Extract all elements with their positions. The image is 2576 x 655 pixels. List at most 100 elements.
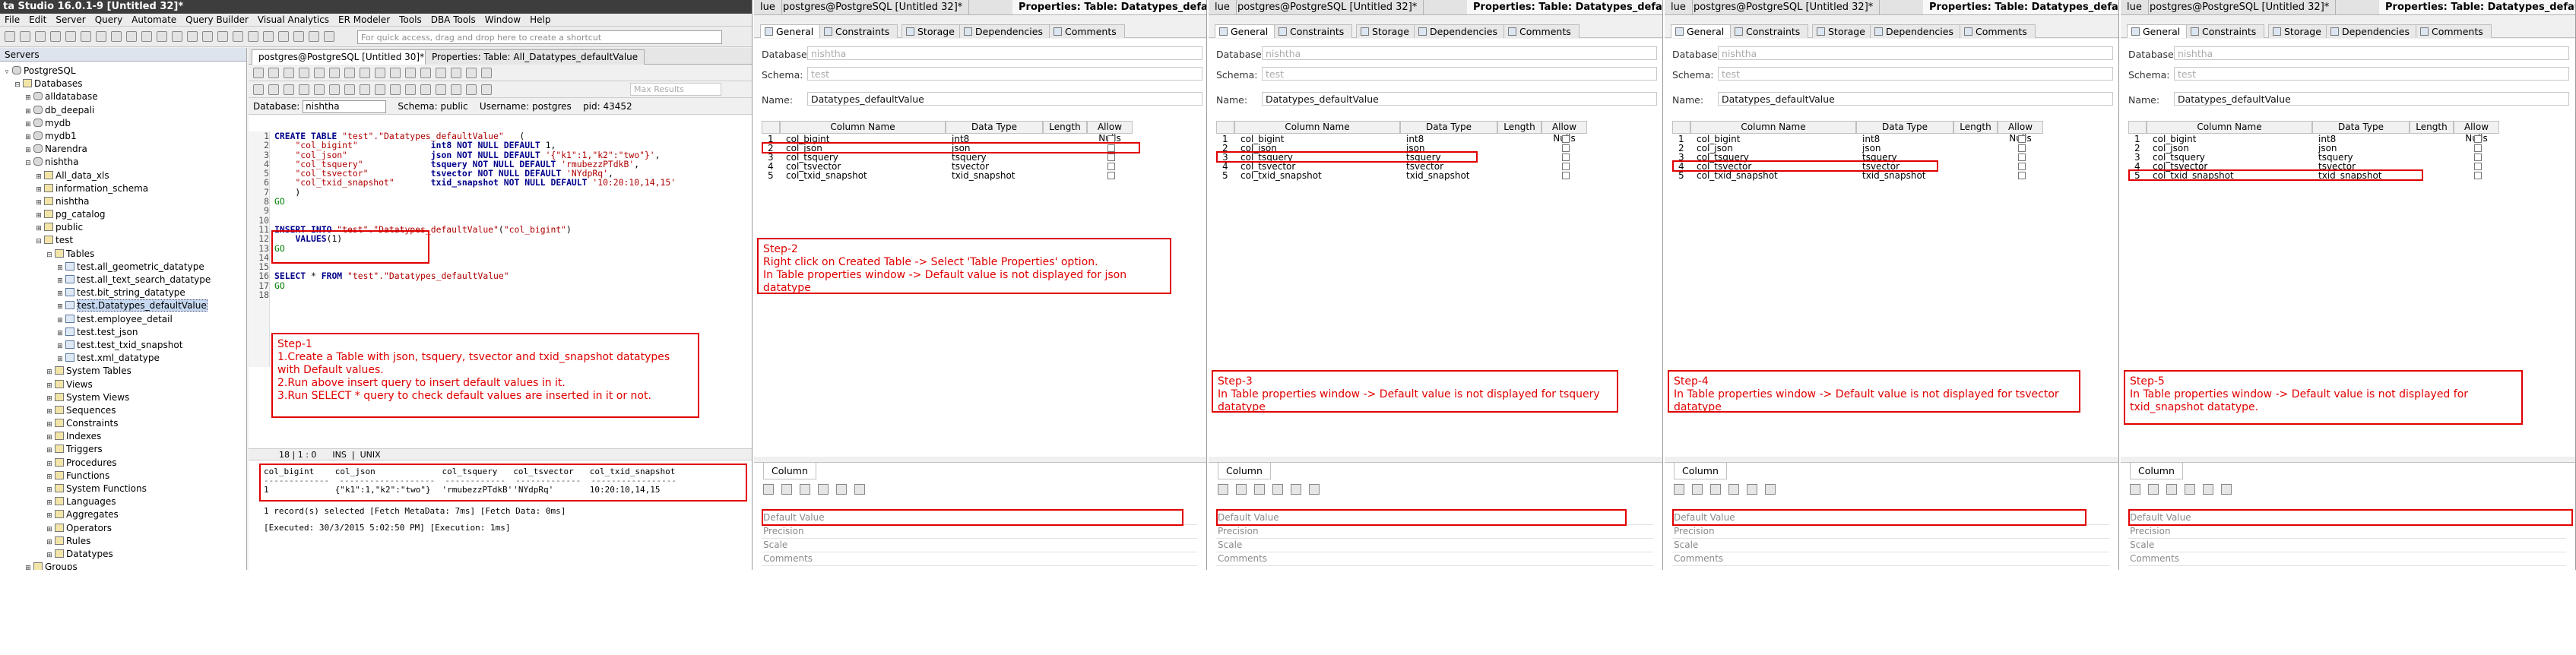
property-toolbar-icon[interactable] (818, 484, 829, 495)
tree-node[interactable]: ⊞ test.xml_datatype (0, 352, 246, 365)
tree-node[interactable]: ⊞ public (0, 221, 246, 234)
code-line[interactable]: "col_txid_snapshot" txid_snapshot NOT NU… (274, 178, 752, 187)
property-toolbar-icon[interactable] (800, 484, 810, 495)
tree-node[interactable]: ⊞ test.bit_string_datatype (0, 286, 246, 299)
tab-table-properties[interactable]: Properties: Table: Datatypes_defaultValu… (1467, 0, 1662, 14)
schema-field[interactable]: test (1262, 67, 1657, 81)
grid-header-allow-nulls[interactable]: Allow Nulls (2454, 121, 2499, 144)
tree-node[interactable]: ⊞ pg_catalog (0, 208, 246, 221)
toolbar-button-icon[interactable] (157, 31, 167, 42)
allow-nulls-checkbox[interactable] (2018, 172, 2026, 179)
tree-node[interactable]: ⊞ nishtha (0, 195, 246, 208)
schema-field[interactable]: test (1718, 67, 2113, 81)
toolbar-button-icon[interactable] (172, 31, 182, 42)
property-toolbar-icon[interactable] (2185, 484, 2195, 495)
editor-tool-icon[interactable] (375, 84, 385, 95)
menu-item-query-builder[interactable]: Query Builder (181, 14, 253, 26)
table-name-field[interactable]: Datatypes_defaultValue (807, 92, 1202, 106)
editor-tool-icon[interactable] (390, 84, 401, 95)
allow-nulls-checkbox[interactable] (2018, 135, 2026, 143)
property-toolbar-icon[interactable] (1309, 484, 1320, 495)
tab-sql-editor[interactable]: postgres@PostgreSQL [Untitled 30]* (252, 49, 432, 65)
tab-sql-editor[interactable]: postgres@PostgreSQL [Untitled 32]* (777, 0, 970, 14)
menu-item-file[interactable]: File (0, 14, 24, 26)
toolbar-button-icon[interactable] (20, 31, 30, 42)
editor-tool-icon[interactable] (268, 84, 279, 95)
property-toolbar-icon[interactable] (1291, 484, 1301, 495)
allow-nulls-checkbox[interactable] (1107, 153, 1115, 161)
code-lines[interactable]: CREATE TABLE "test"."Datatypes_defaultVa… (274, 131, 752, 299)
tab-table-properties[interactable]: Properties: Table: Datatypes_defaultValu… (1012, 0, 1206, 14)
property-toolbar-icon[interactable] (1674, 484, 1684, 495)
menu-item-server[interactable]: Server (51, 14, 90, 26)
tree-node[interactable]: ⊞ Narendra (0, 143, 246, 156)
tab-column[interactable]: Column (2130, 463, 2183, 479)
subtab-storage[interactable]: Storage (901, 24, 963, 38)
tree-node[interactable]: ⊞ Aggregates (0, 508, 246, 521)
allow-nulls-checkbox[interactable] (1562, 135, 1570, 143)
toolbar-button-icon[interactable] (278, 31, 289, 42)
tree-node[interactable]: ⊞ System Tables (0, 365, 246, 378)
tree-node[interactable]: ⊞ test.test_txid_snapshot (0, 339, 246, 352)
toolbar-button-icon[interactable] (187, 31, 198, 42)
tree-node[interactable]: ⊞ mydb (0, 117, 246, 130)
grid-header-allow-nulls[interactable]: Allow Nulls (1087, 121, 1133, 144)
tree-node[interactable]: ⊟ Databases (0, 78, 246, 90)
property-toolbar-icon[interactable] (1236, 484, 1247, 495)
editor-tool-icon[interactable] (481, 84, 492, 95)
grid-data-type[interactable]: txid_snapshot (1406, 171, 1470, 181)
menu-item-visual-analytics[interactable]: Visual Analytics (253, 14, 334, 26)
property-toolbar-icon[interactable] (1218, 484, 1228, 495)
toolbar-button-icon[interactable] (141, 31, 152, 42)
subtab-storage[interactable]: Storage (1812, 24, 1874, 38)
menu-item-help[interactable]: Help (525, 14, 555, 26)
allow-nulls-checkbox[interactable] (1562, 172, 1570, 179)
property-toolbar-icon[interactable] (1254, 484, 1265, 495)
table-name-field[interactable]: Datatypes_defaultValue (1262, 92, 1657, 106)
tree-node[interactable]: ⊞ All_data_xls (0, 169, 246, 182)
menu-item-tools[interactable]: Tools (394, 14, 426, 26)
property-toolbar-icon[interactable] (1765, 484, 1776, 495)
editor-tool-icon[interactable] (314, 68, 325, 78)
toolbar-button-icon[interactable] (111, 31, 122, 42)
subtab-general[interactable]: General (2127, 24, 2189, 38)
tree-node[interactable]: ⊞ Rules (0, 535, 246, 548)
editor-tool-icon[interactable] (481, 68, 492, 78)
toolbar-button-icon[interactable] (50, 31, 61, 42)
grid-header-data-type[interactable]: Data Type (1856, 121, 1953, 134)
editor-tool-icon[interactable] (299, 84, 309, 95)
code-line[interactable] (274, 206, 752, 215)
property-toolbar-icon[interactable] (1747, 484, 1757, 495)
editor-tool-icon[interactable] (451, 84, 461, 95)
quick-access-field[interactable]: For quick access, drag and drop here to … (357, 30, 722, 44)
editor-tool-icon[interactable] (329, 68, 340, 78)
tree-node[interactable]: ⊞ Procedures (0, 457, 246, 470)
toolbar-button-icon[interactable] (233, 31, 243, 42)
allow-nulls-checkbox[interactable] (2018, 144, 2026, 152)
tab-column[interactable]: Column (763, 463, 816, 479)
tree-node[interactable]: ▿ PostgreSQL (0, 65, 246, 78)
table-name-field[interactable]: Datatypes_defaultValue (2174, 92, 2569, 106)
results-data-row[interactable]: 1 {"k1":1,"k2":"two"} 'rmubezzPTdkB''NYdpR… (264, 485, 681, 495)
grid-header-allow-nulls[interactable]: Allow Nulls (1541, 121, 1587, 144)
subtab-comments[interactable]: Comments (2416, 24, 2492, 38)
subtab-constraints[interactable]: Constraints (1730, 24, 1809, 38)
subtab-general[interactable]: General (760, 24, 822, 38)
editor-tool-icon[interactable] (284, 68, 294, 78)
property-toolbar-icon[interactable] (2166, 484, 2177, 495)
tree-node[interactable]: ⊞ Functions (0, 470, 246, 483)
grid-column-name[interactable]: col_txid_snapshot (1697, 171, 1778, 181)
subtab-storage[interactable]: Storage (2268, 24, 2330, 38)
grid-data-type[interactable]: txid_snapshot (952, 171, 1016, 181)
subtab-comments[interactable]: Comments (1049, 24, 1125, 38)
grid-header-column-name[interactable]: Column Name (780, 121, 946, 134)
grid-header-column-name[interactable]: Column Name (2147, 121, 2312, 134)
tree-node[interactable]: ⊞ Operators (0, 522, 246, 535)
toolbar-button-icon[interactable] (324, 31, 334, 42)
tab-sql-editor[interactable]: postgres@PostgreSQL [Untitled 32]* (2143, 0, 2337, 14)
subtab-general[interactable]: General (1671, 24, 1733, 38)
toolbar-button-icon[interactable] (35, 31, 46, 42)
tree-node[interactable]: ⊞ Views (0, 378, 246, 391)
grid-header-data-type[interactable]: Data Type (946, 121, 1043, 134)
tab-table-properties[interactable]: Properties: Table: All_Datatypes_default… (425, 49, 645, 65)
